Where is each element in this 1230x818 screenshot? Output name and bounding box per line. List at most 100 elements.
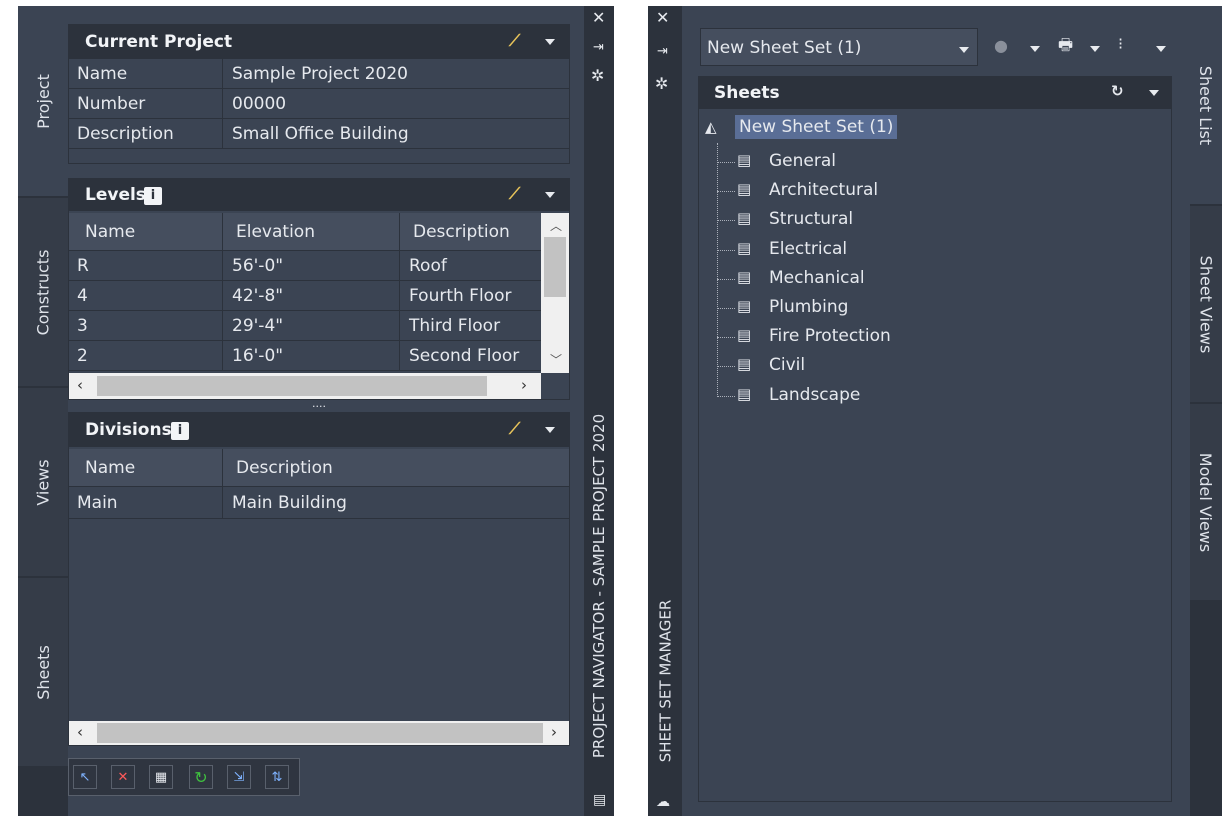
chevron-down-icon[interactable] xyxy=(545,192,555,198)
tab-model-views[interactable]: Model Views xyxy=(1190,404,1222,600)
sync-icon[interactable]: ⇅ xyxy=(265,765,289,789)
table-row[interactable]: 3 29'-4" Third Floor xyxy=(69,311,541,341)
sheet-set-dropdown[interactable]: New Sheet Set (1) xyxy=(700,28,978,66)
info-icon[interactable]: i xyxy=(171,422,189,440)
autohide-icon[interactable]: ⇥ xyxy=(593,40,604,55)
tab-sheets[interactable]: Sheets xyxy=(18,578,68,766)
level-description: Fourth Floor xyxy=(409,285,512,306)
properties-icon[interactable]: ▤ xyxy=(593,792,606,808)
gear-icon[interactable]: ✲ xyxy=(655,74,668,93)
scroll-right-icon[interactable]: › xyxy=(521,376,527,394)
gear-icon[interactable]: ✲ xyxy=(591,66,604,85)
sheet-set-manager-window: ✕ ⇥ ✲ SHEET SET MANAGER ☁ New Sheet Set … xyxy=(648,6,1222,816)
divisions-section: Divisions i ⟋ Name Description Main Main… xyxy=(68,412,570,746)
tab-constructs[interactable]: Constructs xyxy=(18,198,68,386)
table-row[interactable]: 4 42'-8" Fourth Floor xyxy=(69,281,541,311)
scroll-left-icon[interactable]: ‹ xyxy=(77,376,83,394)
tree-connector xyxy=(717,220,735,222)
project-navigator-window: Project Constructs Views Sheets Current … xyxy=(18,6,614,816)
table-row[interactable]: R 56'-0" Roof xyxy=(69,251,541,281)
levels-col-description[interactable]: Description xyxy=(401,213,541,250)
divisions-col-description[interactable]: Description xyxy=(224,449,569,486)
info-icon[interactable]: i xyxy=(144,187,162,205)
tree-item-label: Mechanical xyxy=(769,267,865,288)
scroll-left-icon[interactable]: ‹ xyxy=(77,723,83,741)
navigator-title-strip: ✕ ⇥ ✲ PROJECT NAVIGATOR - SAMPLE PROJECT… xyxy=(584,6,614,816)
tab-project[interactable]: Project xyxy=(18,6,68,196)
close-icon[interactable]: ✕ xyxy=(592,8,605,27)
scroll-up-icon[interactable]: ︿ xyxy=(550,217,562,234)
delete-icon[interactable]: ✕ xyxy=(111,765,135,789)
scroll-thumb[interactable] xyxy=(544,237,566,297)
project-row-value[interactable]: Small Office Building xyxy=(224,119,569,148)
publish-icon[interactable]: ● xyxy=(994,36,1008,55)
scroll-thumb[interactable] xyxy=(97,376,487,396)
autohide-icon[interactable]: ⇥ xyxy=(657,44,668,59)
tab-sheet-list[interactable]: Sheet List xyxy=(1190,6,1222,204)
levels-horizontal-scrollbar[interactable]: ‹ › xyxy=(69,373,541,399)
tab-project-label: Project xyxy=(33,73,53,129)
table-icon[interactable]: ▦ xyxy=(149,765,173,789)
subset-icon: ▤ xyxy=(737,326,752,345)
tree-connector xyxy=(717,191,735,193)
project-row-value[interactable]: 00000 xyxy=(224,89,569,118)
divisions-col-name[interactable]: Name xyxy=(69,449,223,486)
levels-section: Levels i ⟋ Name Elevation Description R … xyxy=(68,178,570,400)
divisions-horizontal-scrollbar[interactable]: ‹ › xyxy=(69,721,569,745)
tab-sheet-list-label: Sheet List xyxy=(1196,65,1216,145)
chevron-down-icon[interactable] xyxy=(545,39,555,45)
tree-item-subset[interactable]: ▤ Landscape xyxy=(717,383,1017,409)
refresh-icon[interactable]: ↻ xyxy=(189,765,213,789)
division-description: Main Building xyxy=(232,492,347,513)
chevron-down-icon[interactable] xyxy=(1090,46,1100,52)
levels-col-name[interactable]: Name xyxy=(69,213,223,250)
level-name: 4 xyxy=(69,281,223,310)
tree-root-label: New Sheet Set (1) xyxy=(735,115,898,139)
chevron-down-icon[interactable] xyxy=(545,427,555,433)
tree-item-subset[interactable]: ▤ Plumbing xyxy=(717,295,1017,321)
project-row-value[interactable]: Sample Project 2020 xyxy=(224,59,569,88)
tree-item-subset[interactable]: ▤ Fire Protection xyxy=(717,324,1017,350)
division-name: Main xyxy=(69,487,223,518)
filter-icon[interactable]: ⟋ xyxy=(509,419,520,439)
filter-icon[interactable]: ⟋ xyxy=(509,31,520,51)
tab-views[interactable]: Views xyxy=(18,388,68,576)
tab-sheet-views[interactable]: Sheet Views xyxy=(1190,206,1222,402)
levels-vertical-scrollbar[interactable]: ︿ ﹀ xyxy=(541,213,569,373)
refresh-icon[interactable]: ↻ xyxy=(1111,82,1124,100)
table-row[interactable]: 2 16'-0" Second Floor xyxy=(69,341,541,371)
tree-item-label: Civil xyxy=(769,355,806,376)
table-row[interactable]: Main Main Building xyxy=(69,487,569,519)
tree-item-subset[interactable]: ▤ Electrical xyxy=(717,237,1017,263)
page-setup-icon[interactable]: ⁝ xyxy=(1118,34,1123,53)
navigator-title-text: PROJECT NAVIGATOR - SAMPLE PROJECT 2020 xyxy=(590,413,609,759)
ssm-title-strip: ✕ ⇥ ✲ SHEET SET MANAGER ☁ xyxy=(648,6,682,816)
tab-views-label: Views xyxy=(33,458,53,506)
select-icon[interactable]: ↖ xyxy=(73,765,97,789)
plot-icon[interactable]: 🖶 xyxy=(1058,34,1073,61)
scroll-thumb[interactable] xyxy=(97,723,543,743)
level-elevation: 16'-0" xyxy=(224,341,400,370)
tree-item-subset[interactable]: ▤ Architectural xyxy=(717,178,1017,204)
repath-icon[interactable]: ⇲ xyxy=(227,765,251,789)
tree-item-subset[interactable]: ▤ Mechanical xyxy=(717,266,1017,292)
close-icon[interactable]: ✕ xyxy=(656,8,669,27)
filter-icon[interactable]: ⟋ xyxy=(509,184,520,204)
scroll-down-icon[interactable]: ﹀ xyxy=(550,351,562,368)
tree-item-subset[interactable]: ▤ Structural xyxy=(717,207,1017,233)
level-description: Third Floor xyxy=(409,315,501,336)
ssm-logo-icon: ☁ xyxy=(656,794,670,810)
subset-icon: ▤ xyxy=(737,384,752,403)
levels-col-elevation[interactable]: Elevation xyxy=(224,213,400,250)
project-row: Description Small Office Building xyxy=(69,119,569,149)
tree-item-subset[interactable]: ▤ Civil xyxy=(717,353,1017,379)
chevron-down-icon[interactable] xyxy=(1030,46,1040,52)
chevron-down-icon xyxy=(959,47,969,53)
tree-item-subset[interactable]: ▤ General xyxy=(717,149,1017,175)
chevron-down-icon[interactable] xyxy=(1149,90,1159,96)
scroll-right-icon[interactable]: › xyxy=(551,723,557,741)
section-splitter[interactable]: .... xyxy=(68,398,570,412)
level-elevation: 56'-0" xyxy=(224,251,400,280)
level-name: R xyxy=(69,251,223,280)
chevron-down-icon[interactable] xyxy=(1156,46,1166,52)
